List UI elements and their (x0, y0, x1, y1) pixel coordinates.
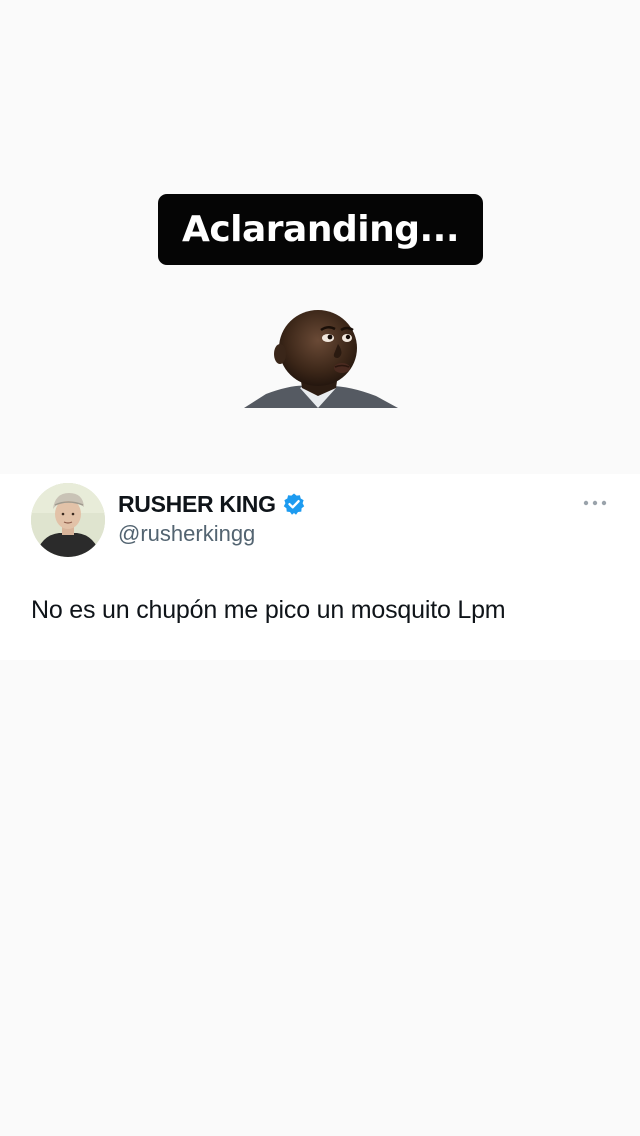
tweet-handle[interactable]: @rusherkingg (118, 521, 255, 547)
more-options-icon[interactable] (580, 493, 610, 513)
tweet-text: No es un chupón me pico un mosquito Lpm (31, 596, 506, 624)
verified-badge-icon (283, 493, 304, 515)
caption-label: Aclaranding... (158, 194, 483, 265)
tweet-author-row[interactable]: RUSHER KING (118, 489, 306, 519)
tweet-display-name[interactable]: RUSHER KING (118, 491, 276, 518)
man-shrugging-sticker-icon (244, 310, 398, 408)
user-avatar-icon[interactable] (31, 483, 105, 557)
